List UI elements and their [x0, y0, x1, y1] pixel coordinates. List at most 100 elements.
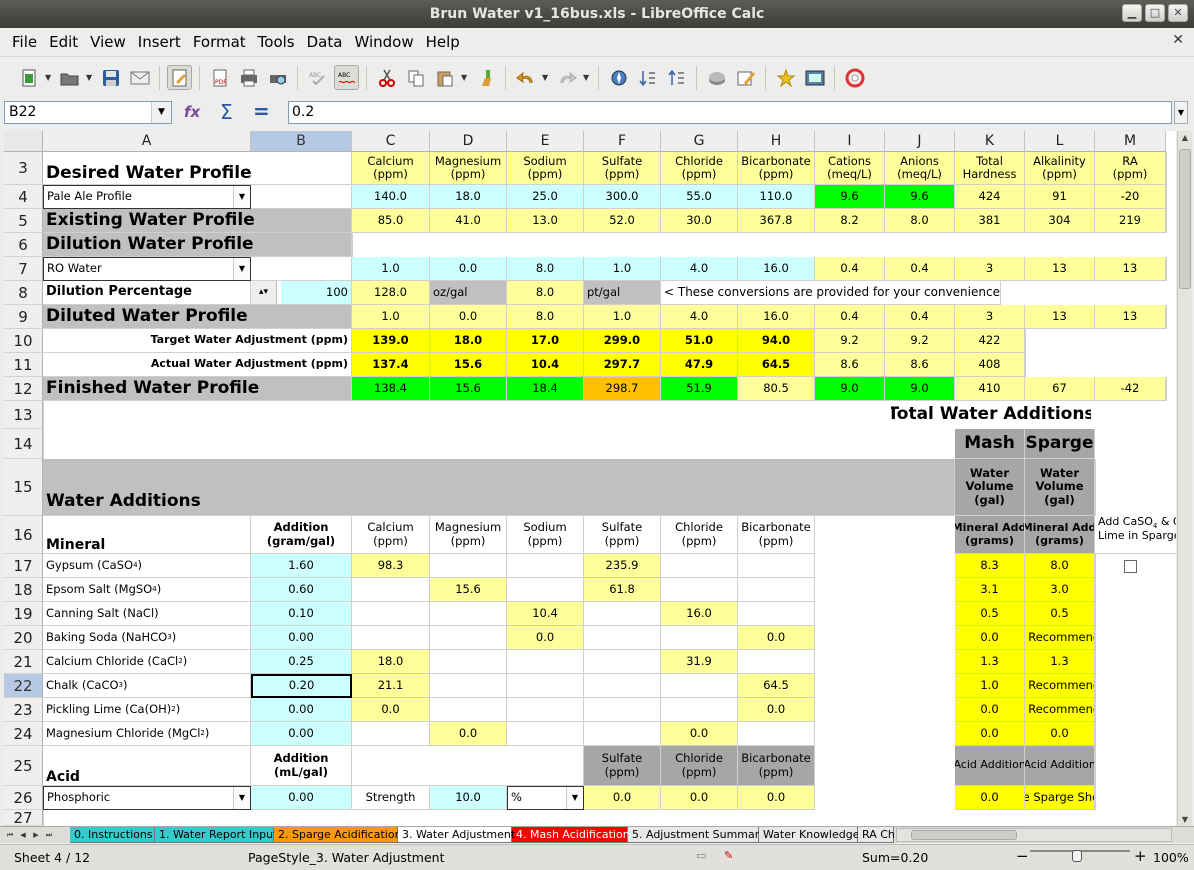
row-header-11[interactable]: 11 — [4, 353, 43, 377]
row-header-16[interactable]: 16 — [4, 516, 43, 554]
row-header-14[interactable]: 14 — [4, 429, 43, 459]
row-header-17[interactable]: 17 — [4, 554, 43, 578]
column-header-d[interactable]: D — [430, 131, 507, 152]
acid-addition-input[interactable]: 0.00 — [251, 786, 352, 810]
menu-item-window[interactable]: Window — [348, 33, 419, 51]
column-header-m[interactable]: M — [1095, 131, 1166, 152]
document-close-icon[interactable]: ✕ — [1172, 32, 1184, 48]
tab-nav-last-icon[interactable]: ⏭ — [43, 828, 55, 842]
desired-profile-select[interactable]: Pale Ale Profile ▼ — [43, 185, 251, 209]
format-paintbrush-icon[interactable] — [473, 65, 498, 90]
sheet-tab-7[interactable]: Water Knowledge — [759, 827, 859, 843]
select-all-corner[interactable] — [4, 131, 43, 152]
row-header-22[interactable]: 22 — [4, 674, 43, 698]
chart-icon[interactable] — [704, 65, 729, 90]
redo-dropdown-icon[interactable]: ▼ — [583, 73, 591, 82]
zoom-in-icon[interactable]: + — [1134, 847, 1147, 865]
formula-icon[interactable]: = — [253, 99, 270, 123]
row-header-5[interactable]: 5 — [4, 209, 43, 233]
spellcheck-icon[interactable]: ABC — [305, 65, 330, 90]
tab-nav-next-icon[interactable]: ▶ — [30, 828, 42, 842]
mineral-addition-input[interactable]: 0.00 — [251, 698, 352, 722]
strength-unit-select[interactable]: % ▼ — [507, 786, 584, 810]
row-header-19[interactable]: 19 — [4, 602, 43, 626]
column-header-g[interactable]: G — [661, 131, 738, 152]
sheet-tab-8[interactable]: RA Ch — [858, 827, 895, 843]
paste-icon[interactable] — [432, 65, 457, 90]
expand-formula-icon[interactable]: ▼ — [1174, 101, 1188, 124]
row-header-10[interactable]: 10 — [4, 329, 43, 353]
mineral-addition-input[interactable]: 1.60 — [251, 554, 352, 578]
sheet-tab-2[interactable]: 1. Water Report Input — [155, 827, 277, 843]
horizontal-scrollbar[interactable] — [896, 828, 1172, 842]
star-icon[interactable] — [773, 65, 798, 90]
column-header-b[interactable]: B — [251, 131, 352, 152]
sort-ascending-icon[interactable] — [635, 65, 660, 90]
scrollbar-thumb[interactable] — [911, 830, 1017, 840]
sparge-lime-checkbox[interactable] — [1124, 560, 1137, 573]
new-dropdown-icon[interactable]: ▼ — [45, 73, 53, 82]
email-icon[interactable] — [127, 65, 152, 90]
row-header-6[interactable]: 6 — [4, 233, 43, 257]
cut-icon[interactable] — [374, 65, 399, 90]
acid-select-dropdown-icon[interactable]: ▼ — [233, 787, 250, 809]
menu-item-format[interactable]: Format — [187, 33, 252, 51]
scrollbar-thumb[interactable] — [1179, 149, 1191, 289]
formula-input[interactable]: 0.2 — [288, 101, 1172, 124]
column-header-i[interactable]: I — [815, 131, 885, 152]
mineral-addition-input[interactable]: 0.00 — [251, 722, 352, 746]
new-icon[interactable] — [16, 65, 41, 90]
dilution-profile-select-dropdown-icon[interactable]: ▼ — [233, 258, 250, 280]
row-header-20[interactable]: 20 — [4, 626, 43, 650]
save-icon[interactable] — [98, 65, 123, 90]
acid-select[interactable]: Phosphoric ▼ — [43, 786, 251, 810]
mineral-addition-input[interactable]: 0.25 — [251, 650, 352, 674]
column-header-h[interactable]: H — [738, 131, 815, 152]
dilution-profile-select[interactable]: RO Water ▼ — [43, 257, 251, 281]
function-wizard-icon[interactable]: fx — [184, 103, 200, 121]
column-header-e[interactable]: E — [507, 131, 584, 152]
gallery-icon[interactable] — [802, 65, 827, 90]
sheet-tab-6[interactable]: 5. Adjustment Summary — [628, 827, 766, 843]
export-pdf-icon[interactable]: PDF — [207, 65, 232, 90]
undo-icon[interactable] — [513, 65, 538, 90]
column-header-c[interactable]: C — [352, 131, 430, 152]
row-header-3[interactable]: 3 — [4, 152, 43, 185]
sheet-tab-1[interactable]: 0. Instructions — [70, 827, 155, 843]
sheet-tab-5[interactable]: 4. Mash Acidification — [512, 827, 630, 843]
vertical-scrollbar[interactable]: ▲ ▼ — [1177, 131, 1192, 827]
row-header-21[interactable]: 21 — [4, 650, 43, 674]
paste-dropdown-icon[interactable]: ▼ — [461, 73, 469, 82]
sheet-tab-3[interactable]: 2. Sparge Acidification — [274, 827, 402, 843]
row-header-7[interactable]: 7 — [4, 257, 43, 281]
open-icon[interactable] — [57, 65, 82, 90]
copy-icon[interactable] — [403, 65, 428, 90]
print-icon[interactable] — [236, 65, 261, 90]
menu-item-insert[interactable]: Insert — [132, 33, 187, 51]
menu-item-edit[interactable]: Edit — [43, 33, 84, 51]
menu-item-view[interactable]: View — [84, 33, 132, 51]
row-header-12[interactable]: 12 — [4, 377, 43, 401]
menu-item-tools[interactable]: Tools — [252, 33, 301, 51]
column-header-f[interactable]: F — [584, 131, 661, 152]
close-icon[interactable]: ✕ — [1168, 4, 1188, 22]
row-header-8[interactable]: 8 — [4, 281, 43, 305]
sort-descending-icon[interactable] — [664, 65, 689, 90]
tab-nav-first-icon[interactable]: ⏮ — [4, 828, 16, 842]
row-header-9[interactable]: 9 — [4, 305, 43, 329]
spinner-arrows-icon[interactable]: ▴▾ — [251, 281, 277, 304]
row-header-4[interactable]: 4 — [4, 185, 43, 209]
undo-dropdown-icon[interactable]: ▼ — [542, 73, 550, 82]
menu-item-help[interactable]: Help — [420, 33, 466, 51]
scroll-up-icon[interactable]: ▲ — [1178, 131, 1192, 145]
zoom-out-icon[interactable]: − — [1016, 847, 1029, 865]
name-box[interactable]: B22 ▼ — [4, 101, 172, 124]
name-box-dropdown-icon[interactable]: ▼ — [151, 102, 171, 123]
tab-nav-prev-icon[interactable]: ◀ — [17, 828, 29, 842]
mineral-addition-input[interactable]: 0.10 — [251, 602, 352, 626]
draw-icon[interactable] — [733, 65, 758, 90]
mineral-addition-input[interactable]: 0.60 — [251, 578, 352, 602]
help-icon[interactable] — [842, 65, 867, 90]
edit-mode-icon[interactable] — [167, 65, 192, 90]
menu-item-file[interactable]: File — [6, 33, 43, 51]
